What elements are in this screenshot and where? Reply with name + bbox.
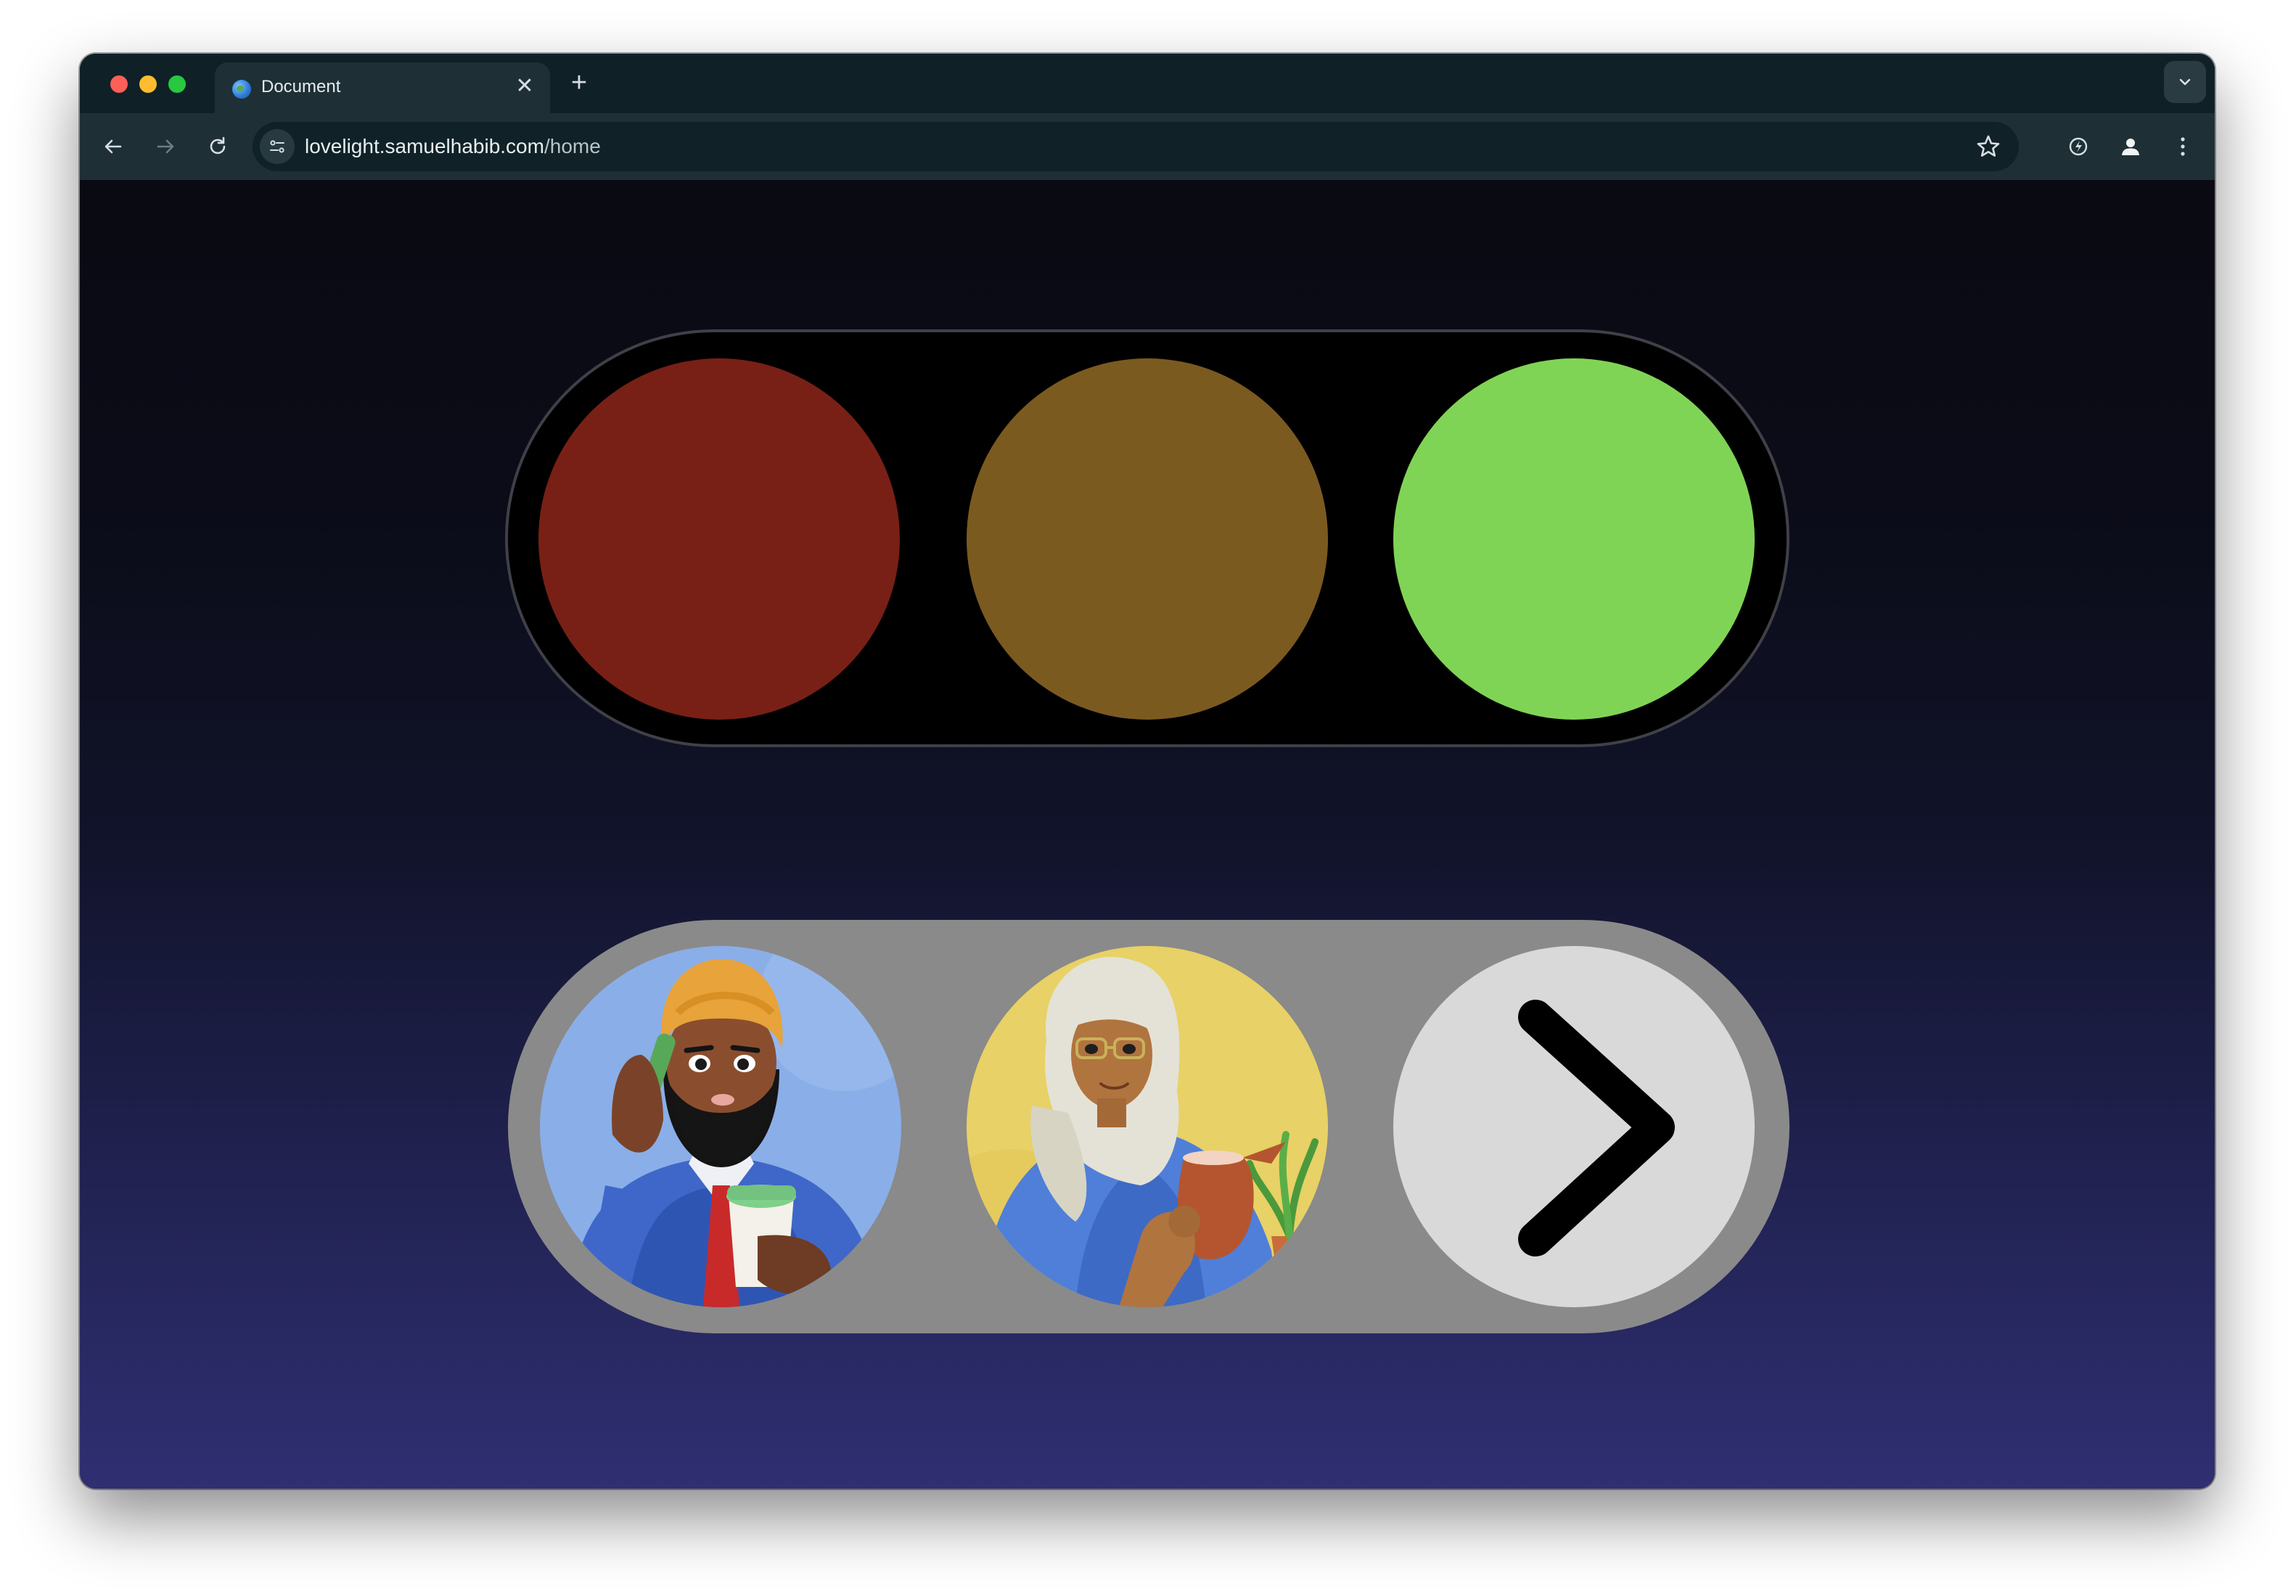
toolbar: lovelight.samuelhabib.com/home [80, 113, 2215, 180]
url-text[interactable]: lovelight.samuelhabib.com/home [305, 135, 601, 158]
close-icon[interactable]: ✕ [512, 74, 537, 99]
arrow-right-icon [157, 139, 174, 154]
more-vertical-icon [2181, 137, 2185, 156]
arrow-left-icon [104, 139, 122, 154]
page-content [80, 180, 2215, 1489]
star-icon [1977, 135, 2000, 157]
url-host: lovelight.samuelhabib.com [305, 135, 544, 157]
traffic-light-yellow-lamp [967, 358, 1328, 720]
tune-icon [270, 140, 284, 153]
avatar-man-in-turban[interactable] [540, 946, 901, 1307]
reload-icon [210, 136, 226, 155]
chevron-down-icon [2179, 78, 2191, 86]
woman-with-pitcher-illustration [967, 946, 1328, 1307]
back-button[interactable] [96, 129, 131, 164]
tab-search-button[interactable] [2164, 61, 2206, 103]
traffic-light-green-lamp [1393, 358, 1755, 720]
menu-button[interactable] [2165, 129, 2200, 164]
forward-button[interactable] [148, 129, 183, 164]
new-tab-button[interactable]: + [563, 68, 595, 100]
address-bar[interactable]: lovelight.samuelhabib.com/home [253, 122, 2019, 171]
browser-window: Document ✕ + lovelight.samuelhabib.com/h… [80, 54, 2215, 1489]
reload-button[interactable] [200, 129, 235, 164]
title-bar: Document ✕ + [80, 54, 2215, 113]
window-zoom-button[interactable] [168, 75, 186, 93]
globe-icon [232, 80, 251, 99]
bookmark-star-button[interactable] [1974, 132, 2003, 161]
url-path: /home [544, 135, 601, 157]
avatar-woman-with-pitcher[interactable] [967, 946, 1328, 1307]
site-info-button[interactable] [260, 129, 295, 164]
window-close-button[interactable] [110, 75, 128, 93]
tab-title: Document [261, 77, 341, 96]
chevron-right-icon [1518, 1000, 1675, 1256]
avatar-selector [508, 920, 1789, 1333]
extension-button[interactable] [2061, 129, 2096, 164]
next-button[interactable] [1393, 946, 1755, 1307]
tab-document[interactable]: Document ✕ [215, 62, 550, 113]
man-in-turban-illustration [540, 946, 901, 1307]
traffic-light-red-lamp [538, 358, 900, 720]
profile-icon [2122, 139, 2139, 155]
profile-button[interactable] [2113, 129, 2148, 164]
traffic-light [505, 329, 1789, 747]
window-minimize-button[interactable] [139, 75, 157, 93]
performance-icon [2069, 137, 2088, 156]
